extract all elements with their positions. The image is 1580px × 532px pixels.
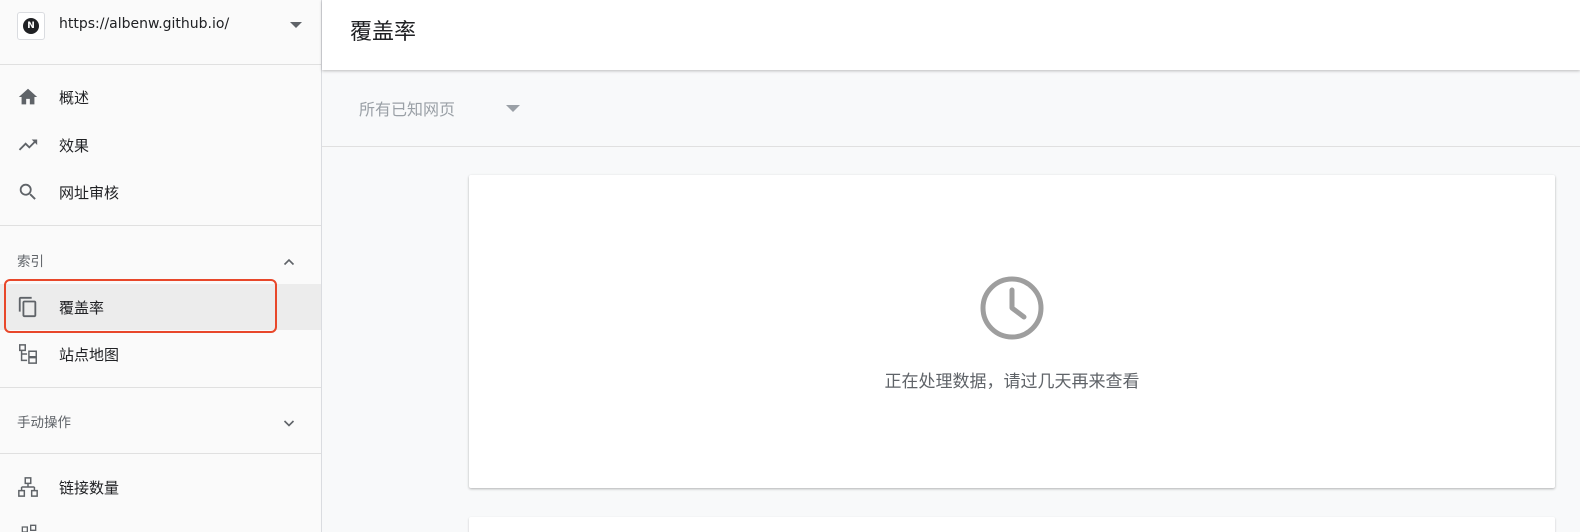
- sidebar-item-sitemaps[interactable]: 站点地图: [0, 331, 321, 377]
- sidebar-item-label: 网址审核: [59, 183, 120, 202]
- sidebar-item-links[interactable]: 链接数量: [0, 464, 321, 510]
- links-icon: [17, 476, 39, 498]
- property-url: https://albenw.github.io/: [59, 16, 230, 32]
- highlight-annotation: [4, 279, 277, 333]
- sidebar-item-label: 链接数量: [59, 478, 120, 497]
- sidebar-item-label: 效果: [59, 136, 90, 155]
- sidebar: N https://albenw.github.io/ 概述 效果 网址审核 索…: [0, 0, 322, 532]
- sidebar-divider: [0, 225, 321, 226]
- section-header-index[interactable]: 索引: [0, 239, 321, 279]
- section-label: 手动操作: [17, 415, 71, 431]
- status-message: 正在处理数据，请过几天再来查看: [884, 372, 1140, 392]
- chevron-up-icon: [283, 253, 295, 266]
- sidebar-item-url-inspection[interactable]: 网址审核: [0, 169, 321, 215]
- page-header: 覆盖率: [322, 0, 1580, 70]
- section-header-manual-actions[interactable]: 手动操作: [0, 400, 321, 440]
- dropdown-caret-icon[interactable]: [290, 22, 302, 28]
- sidebar-divider: [0, 453, 321, 454]
- property-logo-icon: N: [17, 12, 45, 40]
- search-icon: [17, 181, 39, 203]
- trending-up-icon: [17, 134, 39, 156]
- main-content: 正在处理数据，请过几天再来查看: [322, 147, 1580, 532]
- sitemap-icon: [17, 343, 39, 365]
- page-filter-select[interactable]: 所有已知网页: [359, 96, 455, 120]
- filter-bar: 所有已知网页: [322, 70, 1580, 147]
- partial-item-icon: [19, 522, 39, 532]
- section-label: 索引: [17, 254, 44, 270]
- property-selector[interactable]: N https://albenw.github.io/: [0, 0, 321, 65]
- status-card: 正在处理数据，请过几天再来查看: [469, 175, 1555, 488]
- clock-icon: [979, 275, 1045, 341]
- chevron-down-icon: [283, 414, 295, 427]
- sidebar-item-label: 站点地图: [59, 345, 120, 364]
- sidebar-item-overview[interactable]: 概述: [0, 74, 321, 120]
- secondary-card: [469, 517, 1555, 532]
- sidebar-item-label: 概述: [59, 88, 90, 107]
- home-icon: [17, 86, 39, 108]
- sidebar-divider: [0, 387, 321, 388]
- sidebar-item-performance[interactable]: 效果: [0, 122, 321, 168]
- page-title: 覆盖率: [350, 20, 417, 45]
- dropdown-caret-icon[interactable]: [506, 105, 520, 112]
